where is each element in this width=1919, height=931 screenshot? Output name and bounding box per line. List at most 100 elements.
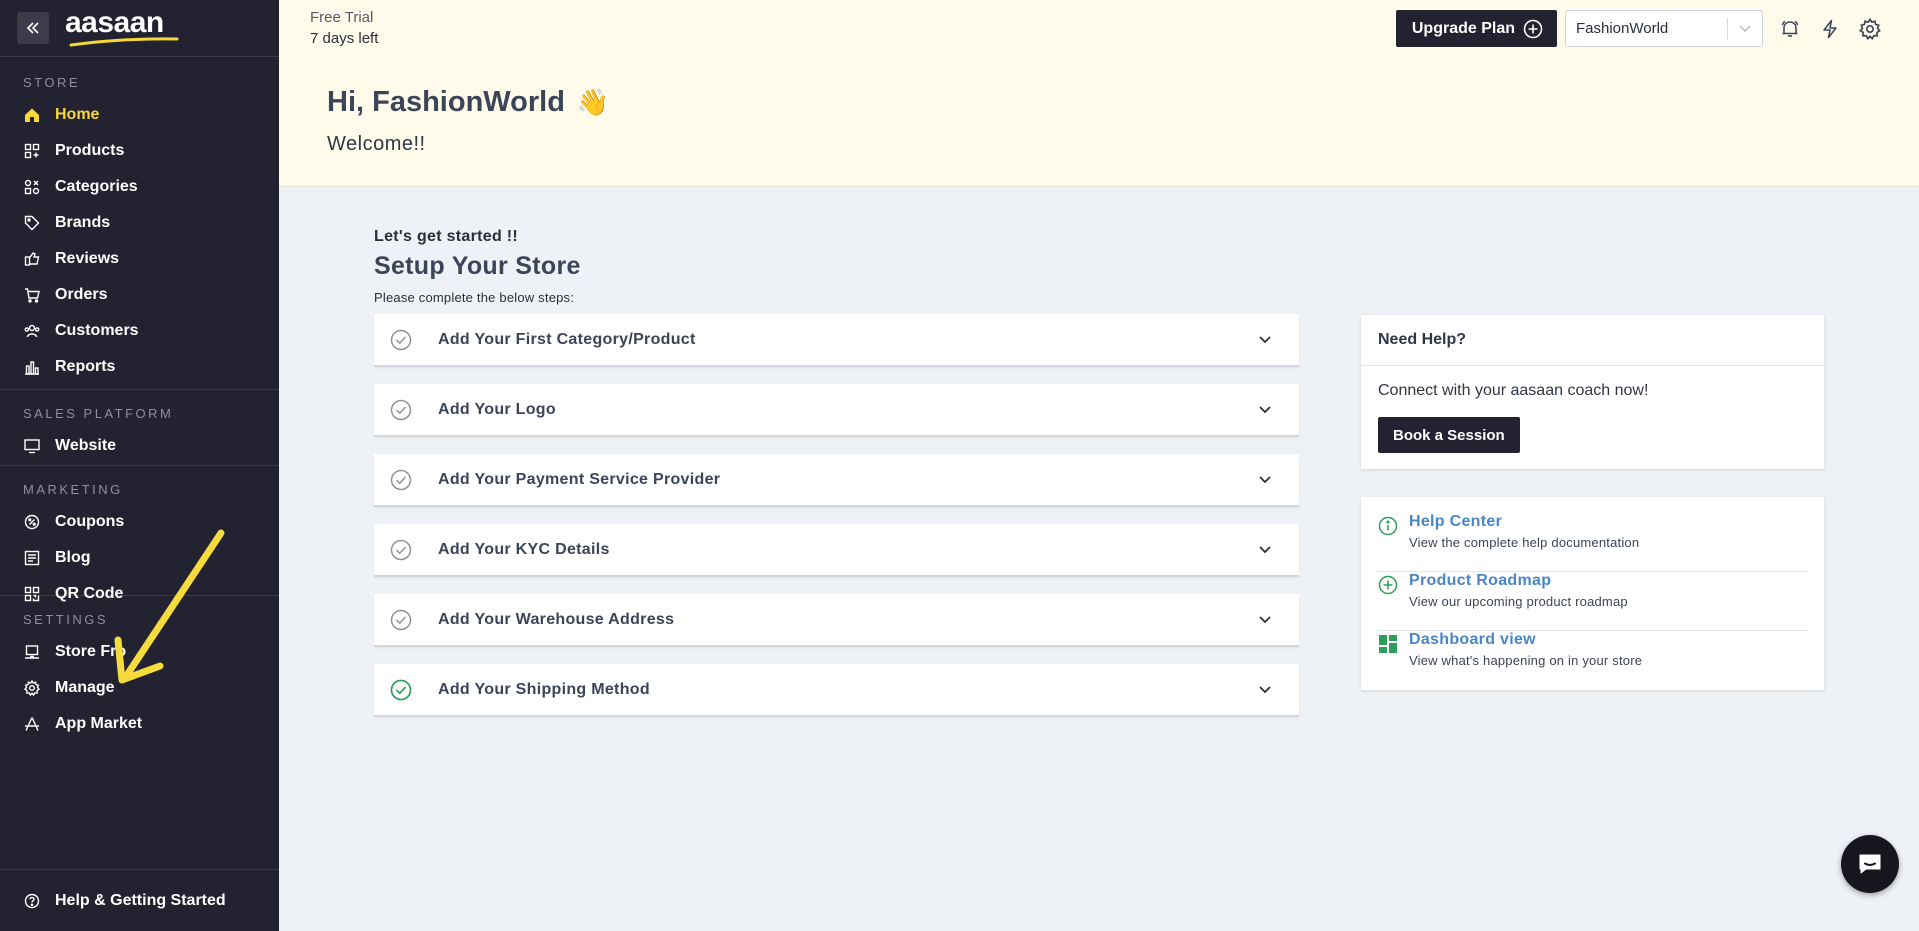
setup-store-section: Let's get started !! Setup Your Store Pl… — [374, 228, 1299, 734]
resource-desc: View what's happening on in your store — [1409, 653, 1643, 668]
sidebar-item-reports[interactable]: Reports — [0, 349, 279, 385]
check-circle-icon — [390, 399, 412, 420]
sidebar-section-sales-platform: SALES PLATFORM Website — [0, 390, 279, 466]
coupon-icon — [23, 513, 41, 531]
sidebar-item-label: Manage — [55, 679, 115, 696]
setup-step[interactable]: Add Your Logo — [374, 384, 1299, 437]
check-circle-done-icon — [390, 679, 412, 700]
chevron-down-icon — [1255, 685, 1275, 695]
plus-circle-icon — [1378, 575, 1398, 595]
sidebar-item-app-market[interactable]: App Market — [0, 706, 279, 742]
dashboard-icon — [1379, 635, 1397, 653]
waving-hand-icon: 👋 — [576, 87, 610, 117]
sidebar-item-home[interactable]: Home — [0, 97, 279, 133]
store-selector[interactable]: FashionWorld — [1565, 10, 1763, 47]
chat-launcher-button[interactable] — [1841, 835, 1899, 893]
need-help-text: Connect with your aasaan coach now! — [1378, 382, 1649, 399]
chevron-down-icon — [1255, 615, 1275, 625]
trial-days-left: 7 days left — [310, 30, 379, 47]
setup-step[interactable]: Add Your KYC Details — [374, 524, 1299, 577]
app-market-icon — [23, 715, 41, 733]
help-circle-icon — [23, 892, 41, 910]
help-getting-started-link[interactable]: Help & Getting Started — [0, 869, 279, 931]
resource-title: Product Roadmap — [1409, 572, 1552, 589]
sidebar-item-orders[interactable]: Orders — [0, 277, 279, 313]
sidebar-item-website[interactable]: Website — [0, 428, 279, 464]
setup-step-label: Add Your Warehouse Address — [438, 610, 675, 628]
resources-card: Help Center View the complete help docum… — [1361, 497, 1824, 690]
sidebar-item-label: Reports — [55, 358, 116, 375]
sidebar: aasaan STORE Home Products Categories Br… — [0, 0, 279, 931]
resource-desc: View the complete help documentation — [1409, 535, 1640, 550]
check-circle-icon — [390, 539, 412, 560]
logo-swoosh-icon — [69, 37, 179, 47]
setup-step[interactable]: Add Your Payment Service Provider — [374, 454, 1299, 507]
tag-icon — [23, 214, 41, 232]
setup-step-label: Add Your Logo — [438, 400, 556, 418]
sidebar-header: aasaan — [0, 0, 279, 57]
top-actions: Upgrade Plan FashionWorld — [1395, 10, 1883, 47]
reviews-icon — [23, 250, 41, 268]
resource-link-product-roadmap[interactable]: Product Roadmap View our upcoming produc… — [1377, 572, 1808, 631]
sidebar-item-label: Website — [55, 437, 117, 454]
setup-steps-list: Add Your First Category/Product Add Your… — [374, 314, 1299, 717]
setup-step[interactable]: Add Your First Category/Product — [374, 314, 1299, 367]
logo-text: aasaan — [65, 6, 164, 39]
gear-icon — [23, 679, 41, 697]
setup-kicker: Let's get started !! — [374, 228, 519, 245]
collapse-sidebar-button[interactable] — [17, 12, 49, 44]
need-help-title: Need Help? — [1361, 315, 1824, 366]
need-help-card: Need Help? Connect with your aasaan coac… — [1361, 315, 1824, 469]
info-icon — [1378, 516, 1398, 536]
sidebar-item-label: Home — [55, 106, 100, 123]
blog-icon — [23, 549, 41, 567]
sidebar-item-products[interactable]: Products — [0, 133, 279, 169]
check-circle-icon — [390, 329, 412, 350]
trial-status: Free Trial 7 days left — [310, 7, 378, 49]
sidebar-item-label: Customers — [55, 322, 139, 339]
resource-title: Dashboard view — [1409, 631, 1536, 648]
sidebar-item-brands[interactable]: Brands — [0, 205, 279, 241]
bell-icon — [1781, 20, 1799, 37]
resource-title: Help Center — [1409, 513, 1503, 530]
help-getting-started-label: Help & Getting Started — [55, 891, 226, 909]
resource-link-dashboard-view[interactable]: Dashboard view View what's happening on … — [1377, 631, 1808, 690]
greeting-text: Hi, FashionWorld — [327, 86, 565, 118]
welcome-text: Welcome!! — [327, 133, 426, 155]
sidebar-section-store: STORE Home Products Categories Brands Re… — [0, 57, 279, 390]
setup-step[interactable]: Add Your Shipping Method — [374, 664, 1299, 717]
setup-step[interactable]: Add Your Warehouse Address — [374, 594, 1299, 647]
gear-icon — [1859, 17, 1881, 40]
sidebar-item-categories[interactable]: Categories — [0, 169, 279, 205]
setup-step-label: Add Your Payment Service Provider — [438, 470, 721, 488]
chat-icon — [1859, 854, 1881, 874]
settings-button[interactable] — [1857, 16, 1883, 42]
notifications-button[interactable] — [1777, 16, 1803, 42]
sidebar-item-label: Products — [55, 142, 125, 159]
products-icon — [23, 142, 41, 160]
logo[interactable]: aasaan — [65, 6, 185, 48]
sidebar-item-label: Brands — [55, 214, 111, 231]
quick-actions-button[interactable] — [1817, 16, 1843, 42]
upgrade-plan-label: Upgrade Plan — [1411, 19, 1515, 37]
sidebar-heading: SALES PLATFORM — [23, 406, 174, 421]
double-chevron-left-icon — [26, 22, 39, 34]
trial-label: Free Trial — [310, 9, 374, 26]
resource-link-help-center[interactable]: Help Center View the complete help docum… — [1377, 513, 1808, 572]
sidebar-item-label: Categories — [55, 178, 138, 195]
setup-step-label: Add Your KYC Details — [438, 540, 610, 558]
users-icon — [23, 322, 41, 340]
annotation-arrow-icon — [114, 529, 225, 684]
setup-subtitle: Please complete the below steps: — [374, 290, 575, 305]
upgrade-plan-button[interactable]: Upgrade Plan — [1395, 10, 1557, 47]
sidebar-item-label: App Market — [55, 715, 143, 732]
sidebar-item-customers[interactable]: Customers — [0, 313, 279, 349]
storefront-icon — [23, 643, 41, 661]
sidebar-heading: MARKETING — [23, 482, 123, 497]
cart-icon — [23, 286, 41, 304]
book-session-button[interactable]: Book a Session — [1378, 417, 1520, 453]
plus-circle-icon — [1523, 19, 1543, 38]
sidebar-item-reviews[interactable]: Reviews — [0, 241, 279, 277]
lightning-icon — [1823, 19, 1837, 38]
sidebar-item-label: Orders — [55, 286, 108, 303]
